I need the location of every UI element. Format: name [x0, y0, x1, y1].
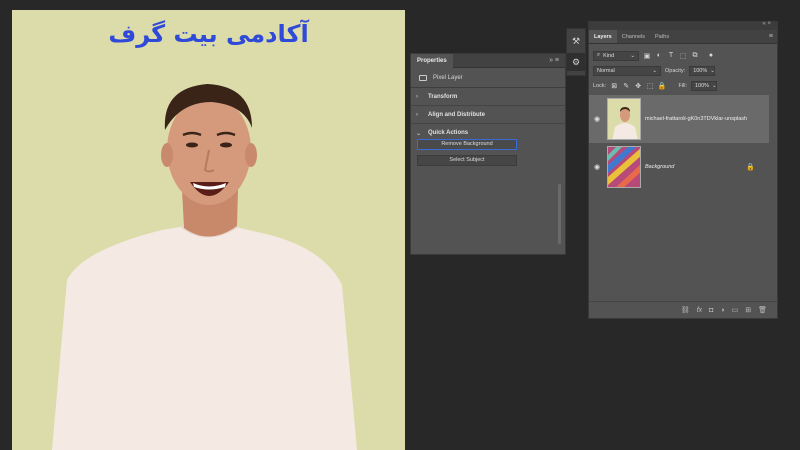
visibility-eye-icon[interactable]: ◉: [589, 163, 605, 171]
lock-transparent-icon[interactable]: ⊠: [610, 82, 618, 90]
kind-filter-label: Kind: [603, 52, 615, 59]
chevron-down-icon: ⌄: [652, 67, 657, 74]
lock-fill-row: Lock: ⊠ ✎ ✥ ⬚ 🔒 Fill: 100% ⌄: [589, 78, 777, 93]
fx-icon[interactable]: fx: [697, 307, 702, 314]
panel-menu-icon[interactable]: ≡: [769, 30, 773, 44]
lock-image-icon[interactable]: ✎: [622, 82, 630, 90]
tab-properties[interactable]: Properties: [411, 54, 453, 68]
search-icon: ⌕: [597, 52, 601, 58]
layer-type-label: Pixel Layer: [433, 74, 463, 81]
layers-panel: « × Layers Channels Paths ≡ ⌕ Kind ⌄ ▣ ◐…: [588, 21, 778, 319]
chevron-right-icon: ›: [416, 93, 418, 100]
layer-filter-row: ⌕ Kind ⌄ ▣ ◐ T ⬚ ⧉ ●: [589, 48, 777, 63]
trash-icon[interactable]: 🗑: [758, 306, 767, 314]
new-layer-icon[interactable]: ⊞: [745, 306, 751, 314]
lock-icon: 🔒: [746, 164, 755, 171]
panel-window-controls-icon[interactable]: « ×: [762, 21, 771, 27]
select-subject-button[interactable]: Select Subject: [417, 155, 517, 166]
section-align-label: Align and Distribute: [428, 111, 485, 118]
tab-layers[interactable]: Layers: [589, 30, 617, 43]
blend-mode-value: Normal: [597, 67, 615, 74]
portrait-photo: [52, 84, 357, 450]
type-filter-icon[interactable]: T: [667, 52, 675, 60]
lock-position-icon[interactable]: ✥: [634, 82, 642, 90]
chevron-down-icon: ⌄: [416, 130, 422, 137]
pixel-layer-icon: [419, 74, 427, 81]
image-filter-icon[interactable]: ▣: [643, 52, 651, 60]
chevron-right-icon: ›: [416, 111, 418, 118]
lock-label: Lock:: [593, 82, 607, 89]
layer-thumbnail: [607, 98, 641, 140]
chevron-down-icon: ⌄: [630, 52, 635, 59]
layers-footer: ⛓ fx ◘ ◑ ▭ ⊞ 🗑: [589, 301, 777, 318]
lock-all-icon[interactable]: 🔒: [658, 82, 667, 90]
layer-name: Background: [645, 164, 675, 170]
chevron-down-icon: ⌄: [712, 82, 717, 89]
layer-row[interactable]: ◉ Background 🔒: [589, 143, 769, 191]
layers-tabbar: Layers Channels Paths ≡: [589, 30, 777, 44]
opacity-label: Opacity:: [665, 67, 686, 74]
tab-paths[interactable]: Paths: [650, 30, 674, 43]
layer-type-row: Pixel Layer: [411, 68, 565, 88]
section-quick-actions-label: Quick Actions: [428, 130, 469, 136]
document-canvas[interactable]: آکادمی بیت گرف: [12, 10, 405, 450]
lock-artboard-icon[interactable]: ⬚: [646, 82, 654, 90]
section-transform-label: Transform: [428, 93, 458, 100]
adjustment-filter-icon[interactable]: ◐: [655, 52, 663, 60]
layers-title-strip: « ×: [589, 21, 777, 30]
layer-row[interactable]: ◉ michael-frattaroli-gK0n3TDVklar-unspla…: [589, 95, 769, 143]
properties-scrollbar[interactable]: [558, 184, 561, 244]
section-align-distribute[interactable]: › Align and Distribute: [411, 106, 565, 124]
blend-mode-select[interactable]: Normal ⌄: [593, 65, 661, 76]
panel-tool-strip: ⚒ ⚙: [566, 28, 586, 76]
filter-toggle-icon[interactable]: ●: [707, 52, 715, 60]
opacity-input[interactable]: 100% ⌄: [689, 65, 716, 76]
remove-background-button[interactable]: Remove Background: [417, 139, 517, 150]
layer-name: michael-frattaroli-gK0n3TDVklar-unsplash: [645, 116, 748, 122]
layer-thumbnail: [607, 146, 641, 188]
blend-opacity-row: Normal ⌄ Opacity: 100% ⌄: [589, 63, 777, 78]
fill-input[interactable]: 100% ⌄: [691, 80, 717, 91]
group-icon[interactable]: ▭: [732, 306, 739, 314]
brand-watermark-text: آکادمی بیت گرف: [108, 20, 309, 48]
smartobject-filter-icon[interactable]: ⧉: [691, 52, 699, 60]
section-transform[interactable]: › Transform: [411, 88, 565, 106]
kind-filter-select[interactable]: ⌕ Kind ⌄: [593, 50, 639, 61]
opacity-value: 100%: [693, 67, 708, 74]
properties-panel: Properties » ≡ Pixel Layer › Transform ›…: [410, 53, 566, 255]
properties-tabbar: Properties » ≡: [411, 54, 565, 68]
link-icon[interactable]: ⛓: [681, 306, 690, 314]
panel-collapse-menu-icon[interactable]: » ≡: [549, 54, 559, 68]
mask-icon[interactable]: ◘: [709, 307, 713, 314]
visibility-eye-icon[interactable]: ◉: [589, 115, 605, 123]
adjustment-icon[interactable]: ◑: [720, 307, 724, 314]
fill-label: Fill:: [678, 82, 687, 89]
shape-filter-icon[interactable]: ⬚: [679, 52, 687, 60]
properties-icon[interactable]: ⚙: [567, 53, 585, 71]
fill-value: 100%: [695, 82, 710, 89]
history-brush-icon[interactable]: ⚒: [567, 32, 585, 50]
tab-channels[interactable]: Channels: [617, 30, 650, 43]
chevron-down-icon: ⌄: [710, 67, 715, 74]
